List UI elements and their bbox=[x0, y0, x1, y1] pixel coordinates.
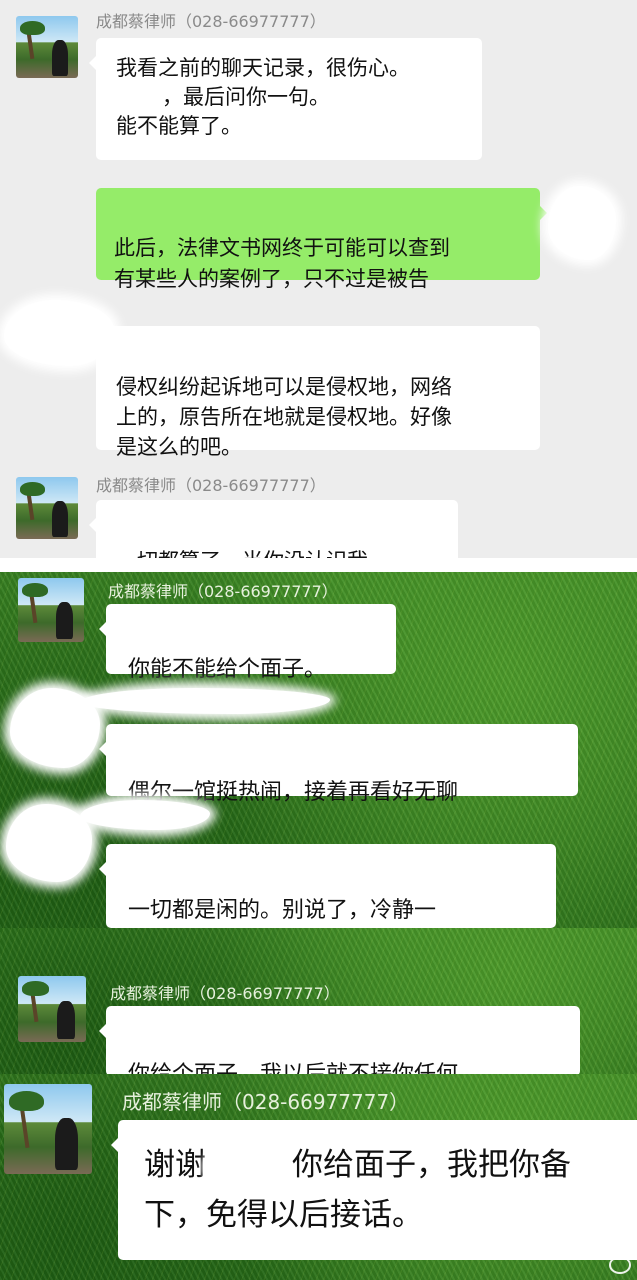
contact-name: 成都蔡律师（028-66977777） bbox=[108, 582, 338, 601]
message-text: ，最后问你一句。 bbox=[162, 85, 330, 109]
message-bubble[interactable]: 偶尔一馆挺热闹，接着再看好无聊 bbox=[99, 724, 578, 805]
screenshot-divider bbox=[0, 558, 637, 572]
chat-screenshot-1: 成都蔡律师（028-66977777） 我看之前的聊天记录，很伤心。 ，最后问你… bbox=[0, 0, 637, 558]
contact-name: 成都蔡律师（028-66977777） bbox=[96, 476, 326, 495]
message-text: 你给面子，我把你备 bbox=[292, 1147, 571, 1183]
chat-screenshot-2: 成都蔡律师（028-66977777） 你能不能给个面子。 偶尔一馆挺热闹，接着… bbox=[0, 572, 637, 928]
contact-name: 成都蔡律师（028-66977777） bbox=[96, 12, 326, 31]
chat-screenshot-4: 成都蔡律师（028-66977777） 谢谢 你给面子，我把你备 下，免得以后接话… bbox=[0, 1074, 637, 1280]
message-text: 你能不能给个面子。 bbox=[128, 657, 327, 682]
watermark-logo-icon bbox=[609, 1256, 631, 1274]
redacted-name bbox=[116, 86, 162, 110]
watermark bbox=[609, 1256, 631, 1274]
message-text: 你给个面子，我以后就不接你任何 bbox=[128, 1062, 458, 1074]
message-text: 一切都是闲的。别说了，冷静一 下，其实也没多大事。 bbox=[128, 898, 437, 923]
contact-name: 成都蔡律师（028-66977777） bbox=[110, 984, 340, 1003]
chat-screenshot-3: 成都蔡律师（028-66977777） 你给个面子，我以后就不接你任何 bbox=[0, 928, 637, 1074]
message-text: 侵权纠纷起诉地可以是侵权地，网络 上的，原告所在地就是侵权地。好像 是这么的吧。 bbox=[116, 375, 452, 459]
message-text: 我看之前的聊天记录，很伤心。 bbox=[116, 56, 410, 80]
message-text: 此后，法律文书网终于可能可以查到 有某些人的案例了，只不过是被告 bbox=[114, 236, 450, 291]
contact-avatar[interactable] bbox=[18, 976, 86, 1042]
message-bubble[interactable]: 一切都是闲的。别说了，冷静一 下，其实也没多大事。 bbox=[99, 844, 556, 928]
sent-message-bubble[interactable]: 此后，法律文书网终于可能可以查到 有某些人的案例了，只不过是被告 bbox=[96, 188, 547, 291]
message-text: 下，免得以后接话。 bbox=[144, 1197, 423, 1233]
message-bubble[interactable]: 侵权纠纷起诉地可以是侵权地，网络 上的，原告所在地就是侵权地。好像 是这么的吧。 bbox=[89, 326, 540, 459]
contact-avatar[interactable] bbox=[16, 16, 78, 78]
contact-avatar[interactable] bbox=[18, 578, 84, 642]
message-text: ，最后问你一句。 bbox=[116, 83, 462, 112]
redacted-name bbox=[206, 1149, 292, 1184]
message-text: 能不能算了。 bbox=[116, 114, 242, 138]
contact-name: 成都蔡律师（028-66977777） bbox=[122, 1090, 410, 1114]
message-bubble[interactable]: 你给个面子，我以后就不接你任何 bbox=[99, 1006, 580, 1074]
message-text: 一切都算了，当你没认识我。 bbox=[116, 549, 389, 558]
redacted-name bbox=[80, 688, 330, 714]
message-text: 谢谢 bbox=[144, 1147, 206, 1183]
message-bubble[interactable]: 你能不能给个面子。 bbox=[99, 604, 396, 682]
message-bubble[interactable]: 我看之前的聊天记录，很伤心。 ，最后问你一句。 能不能算了。 bbox=[89, 38, 482, 160]
redacted-name bbox=[80, 800, 210, 830]
contact-avatar[interactable] bbox=[4, 1084, 92, 1174]
message-bubble[interactable]: 谢谢 你给面子，我把你备 下，免得以后接话。 bbox=[111, 1120, 637, 1260]
message-bubble[interactable]: 一切都算了，当你没认识我。 bbox=[89, 500, 458, 558]
message-text: 谢谢 你给面子，我把你备 bbox=[144, 1140, 622, 1190]
contact-avatar[interactable] bbox=[16, 477, 78, 539]
redacted-avatar bbox=[548, 186, 616, 260]
